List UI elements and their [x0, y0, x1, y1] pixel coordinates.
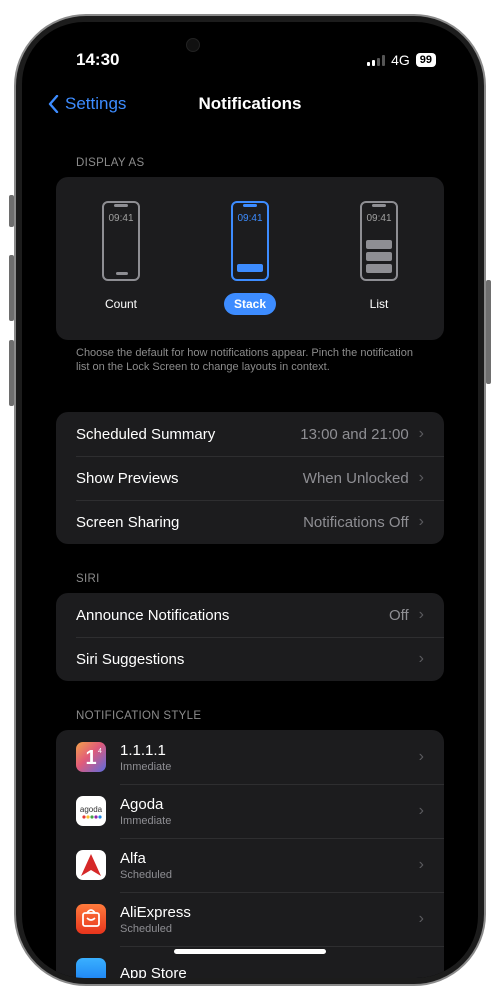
row-label: Siri Suggestions: [76, 650, 185, 668]
row-label: Show Previews: [76, 469, 179, 487]
screen: 14:30 4G 99 Settings Notifications DISPL…: [22, 22, 478, 978]
app-notification-style: Scheduled: [120, 868, 172, 881]
row-screen-sharing[interactable]: Screen Sharing Notifications Off ›: [56, 500, 444, 544]
row-scheduled-summary[interactable]: Scheduled Summary 13:00 and 21:00 ›: [56, 412, 444, 456]
display-option-label: Stack: [223, 293, 277, 315]
agoda-icon: agoda: [76, 796, 106, 826]
chevron-right-icon: ›: [418, 748, 424, 765]
display-as-card: 09:41 Count 09:41 Stack 09:41 List: [56, 177, 444, 340]
app-name: AliExpress: [120, 903, 191, 921]
status-time: 14:30: [76, 50, 120, 69]
app-row-agoda[interactable]: agoda Agoda Immediate ›: [56, 784, 444, 838]
aliexpress-icon: [76, 904, 106, 934]
app-notification-style: Scheduled: [120, 922, 172, 935]
display-option-count[interactable]: 09:41 Count: [81, 201, 161, 315]
row-value: 13:00 and 21:00: [300, 425, 409, 443]
1111-icon: 14: [76, 742, 106, 772]
app-row-1111[interactable]: 14 1.1.1.1 Immediate ›: [56, 730, 444, 784]
mute-switch: [9, 195, 14, 227]
row-label: Screen Sharing: [76, 513, 180, 531]
app-name: Alfa: [120, 849, 146, 867]
chevron-right-icon: ›: [418, 606, 424, 623]
row-value: Notifications Off: [303, 513, 409, 531]
row-value: Off: [388, 606, 409, 624]
battery-icon: 99: [415, 53, 436, 67]
notification-style-card: 14 1.1.1.1 Immediate › agoda Agoda Immed…: [56, 730, 444, 978]
general-settings-card: Scheduled Summary 13:00 and 21:00 › Show…: [56, 412, 444, 544]
page-title: Notifications: [198, 94, 302, 113]
app-notification-style: Immediate: [120, 760, 172, 773]
chevron-right-icon: ›: [418, 425, 424, 442]
power-button: [486, 280, 491, 384]
chevron-right-icon: ›: [418, 910, 424, 927]
app-row-alfa[interactable]: Alfa Scheduled ›: [56, 838, 444, 892]
app-name: App Store: [120, 964, 187, 979]
chevron-right-icon: ›: [418, 469, 424, 486]
section-label-display-as: DISPLAY AS: [76, 157, 145, 169]
app-store-icon: [76, 958, 106, 978]
chevron-right-icon: ›: [418, 802, 424, 819]
display-as-footnote: Choose the default for how notifications…: [76, 347, 413, 373]
volume-down-button: [9, 340, 14, 406]
row-label: Announce Notifications: [76, 606, 230, 624]
app-name: 1.1.1.1: [120, 741, 166, 759]
status-indicators: 4G 99: [367, 52, 436, 68]
alfa-icon: [76, 850, 106, 880]
display-option-label: List: [369, 297, 389, 311]
front-camera: [186, 38, 200, 52]
chevron-right-icon: ›: [418, 513, 424, 530]
row-announce-notifications[interactable]: Announce Notifications Off ›: [56, 593, 444, 637]
svg-text:4: 4: [98, 748, 102, 755]
navigation-bar: Settings Notifications: [22, 94, 478, 134]
section-label-siri: SIRI: [76, 573, 100, 585]
volume-up-button: [9, 255, 14, 321]
phone-count-icon: 09:41: [102, 201, 140, 281]
network-type: 4G: [391, 52, 410, 68]
app-name: Agoda: [120, 795, 164, 813]
siri-card: Announce Notifications Off › Siri Sugges…: [56, 593, 444, 681]
display-option-list[interactable]: 09:41 List: [339, 201, 419, 315]
row-siri-suggestions[interactable]: Siri Suggestions ›: [56, 637, 444, 681]
app-row-aliexpress[interactable]: AliExpress Scheduled ›: [56, 892, 444, 946]
app-notification-style: Immediate: [120, 814, 172, 827]
signal-icon: [367, 54, 386, 66]
section-label-notification-style: NOTIFICATION STYLE: [76, 710, 202, 722]
svg-text:1: 1: [85, 747, 96, 769]
display-option-label: Count: [104, 297, 138, 311]
chevron-right-icon: ›: [418, 650, 424, 667]
home-indicator[interactable]: [174, 949, 326, 954]
phone-stack-icon: 09:41: [231, 201, 269, 281]
row-show-previews[interactable]: Show Previews When Unlocked ›: [56, 456, 444, 500]
display-option-stack[interactable]: 09:41 Stack: [210, 201, 290, 315]
svg-text:agoda: agoda: [80, 805, 103, 814]
chevron-right-icon: ›: [418, 856, 424, 873]
row-label: Scheduled Summary: [76, 425, 216, 443]
row-value: When Unlocked: [302, 469, 409, 487]
phone-list-icon: 09:41: [360, 201, 398, 281]
